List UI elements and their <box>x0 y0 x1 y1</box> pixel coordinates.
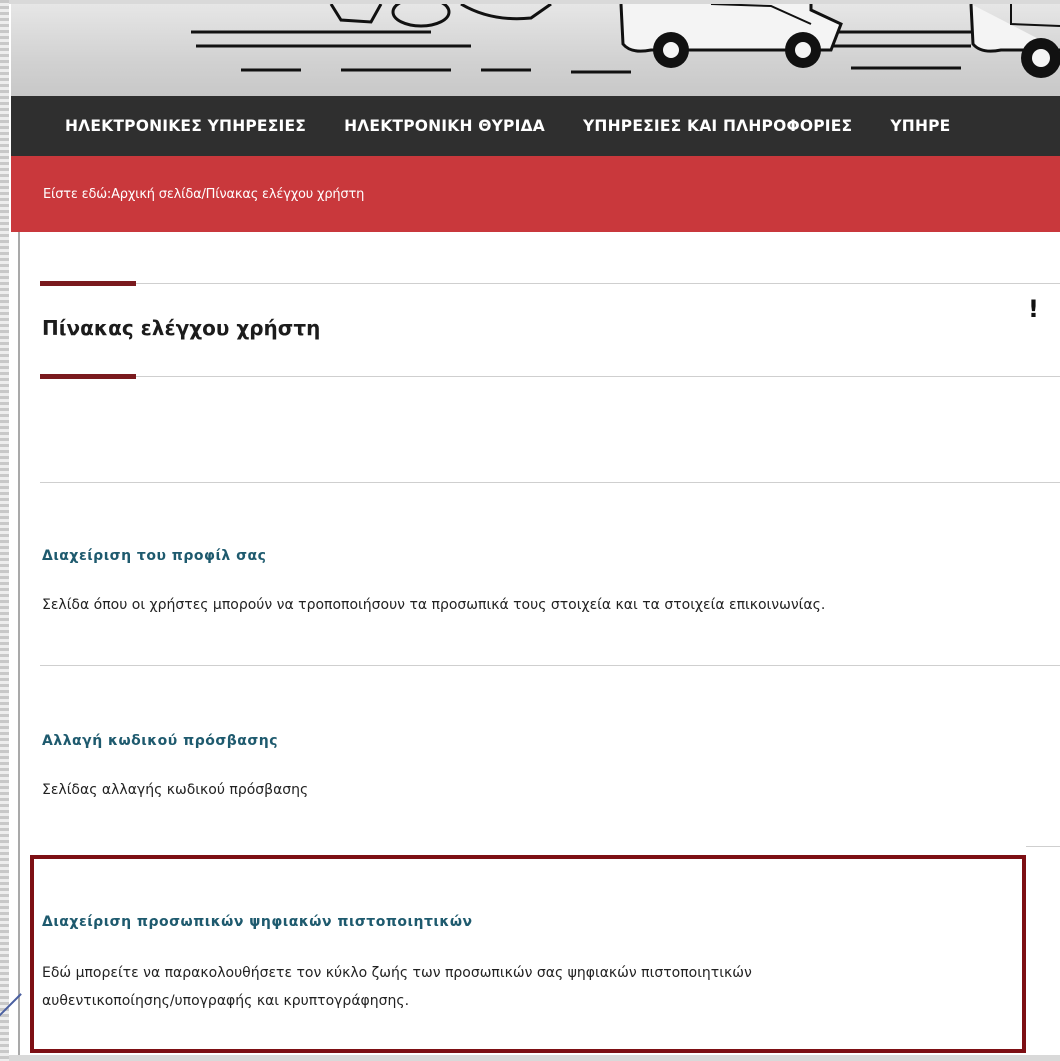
section-divider <box>40 665 1060 666</box>
change-password-description: Σελίδας αλλαγής κωδικού πρόσβασης <box>42 782 309 798</box>
profile-management-link[interactable]: Διαχείριση του προφίλ σας <box>42 548 266 564</box>
breadcrumb-home-link[interactable]: Αρχική σελίδα <box>111 187 202 202</box>
certificates-management-link[interactable]: Διαχείριση προσωπικών ψηφιακών πιστοποιη… <box>42 914 473 930</box>
main-nav: ΗΛΕΚΤΡΟΝΙΚΕΣ ΥΠΗΡΕΣΙΕΣ ΗΛΕΚΤΡΟΝΙΚΗ ΘΥΡΙΔ… <box>11 96 1060 156</box>
section-divider <box>40 482 1060 483</box>
title-rule-bottom <box>136 376 1060 377</box>
title-accent-top <box>40 281 136 286</box>
nav-item-services-info[interactable]: ΥΠΗΡΕΣΙΕΣ ΚΑΙ ΠΛΗΡΟΦΟΡΙΕΣ <box>583 117 852 135</box>
profile-management-description: Σελίδα όπου οι χρήστες μπορούν να τροποπ… <box>42 597 826 613</box>
section-divider <box>1026 846 1060 847</box>
breadcrumb: Είστε εδώ: Αρχική σελίδα / Πίνακας ελέγχ… <box>11 156 1060 232</box>
breadcrumb-current: Πίνακας ελέγχου χρήστη <box>205 186 365 202</box>
banner-cars-illustration <box>191 4 1060 78</box>
page-title: Πίνακας ελέγχου χρήστη <box>42 316 321 340</box>
certificates-description-line1: Εδώ μπορείτε να παρακολουθήσετε τον κύκλ… <box>42 965 752 981</box>
nav-item-services-truncated[interactable]: ΥΠΗΡΕ <box>890 117 950 135</box>
title-accent-bottom <box>40 374 136 379</box>
certificates-description-line2: αυθεντικοποίησης/υπογραφής και κρυπτογρά… <box>42 993 410 1009</box>
breadcrumb-prefix: Είστε εδώ: <box>43 186 112 202</box>
change-password-link[interactable]: Αλλαγή κωδικού πρόσβασης <box>42 733 278 749</box>
header-banner <box>11 4 1060 96</box>
nav-item-electronic-inbox[interactable]: ΗΛΕΚΤΡΟΝΙΚΗ ΘΥΡΙΔΑ <box>344 117 545 135</box>
alert-icon[interactable]: ! <box>1028 295 1039 323</box>
nav-item-electronic-services[interactable]: ΗΛΕΚΤΡΟΝΙΚΕΣ ΥΠΗΡΕΣΙΕΣ <box>65 117 306 135</box>
title-rule-top <box>136 283 1060 284</box>
highlight-box <box>30 855 1026 1053</box>
